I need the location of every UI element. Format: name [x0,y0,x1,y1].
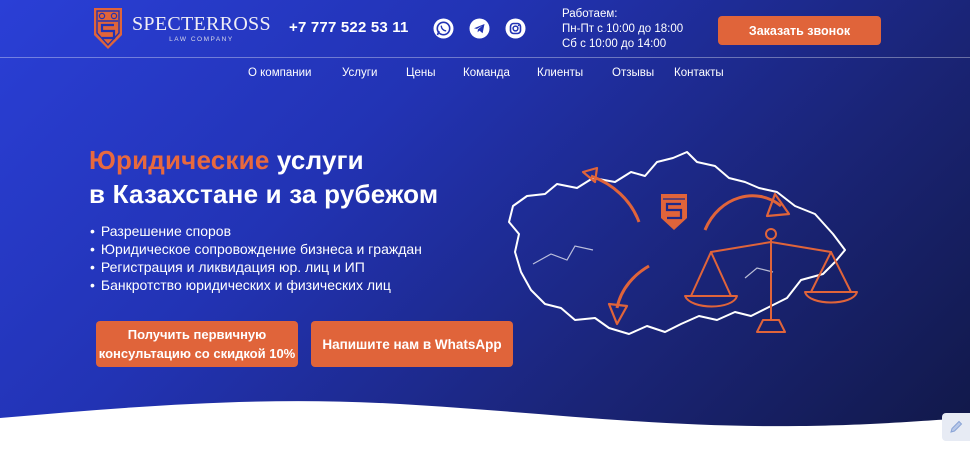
hero-title-rest: услуги [269,145,364,175]
header-divider [0,57,970,58]
brand-name: SPECTERROSS [132,12,271,35]
working-hours: Работаем: Пн-Пт с 10:00 до 18:00 Сб с 10… [562,7,683,52]
main-nav: О компании Услуги Цены Команда Клиенты О… [0,67,970,81]
nav-item-reviews[interactable]: Отзывы [612,67,654,79]
arrow-top-right [703,194,782,231]
hero-title: Юридические услуги в Казахстане и за руб… [89,143,438,211]
consultation-button[interactable]: Получить первичную консультацию со скидк… [96,321,298,367]
list-item: Разрешение споров [90,222,422,240]
social-links [432,17,526,39]
instagram-icon[interactable] [504,17,526,39]
map-outline [508,151,846,335]
hero-title-line2: в Казахстане и за рубежом [89,179,439,209]
nav-item-about[interactable]: О компании [248,67,311,79]
telegram-icon[interactable] [468,17,490,39]
services-list: Разрешение споров Юридическое сопровожде… [90,222,422,294]
arrow-bottom-left [615,264,650,309]
list-item: Банкротство юридических и физических лиц [90,276,422,294]
whatsapp-icon[interactable] [432,17,454,39]
list-item: Юридическое сопровождение бизнеса и граж… [90,240,422,258]
hours-saturday: Сб с 10:00 до 14:00 [562,38,667,50]
nav-item-contacts[interactable]: Контакты [674,67,724,79]
phone-link[interactable]: +7 777 522 53 11 [289,19,409,36]
consultation-button-line2: консультацию со скидкой 10% [98,346,296,361]
logo-shield-icon [94,8,122,49]
nav-item-prices[interactable]: Цены [406,67,436,79]
whatsapp-button[interactable]: Напишите нам в WhatsApp [311,321,513,367]
hero-title-accent: Юридические [89,145,270,175]
hours-title: Работаем: [562,8,618,20]
hero-section: SPECTERROSS LAW COMPANY +7 777 522 53 11 [0,0,970,450]
hours-weekdays: Пн-Пт с 10:00 до 18:00 [562,23,684,35]
scales-icon [684,228,858,333]
list-item: Регистрация и ликвидация юр. лиц и ИП [90,258,422,276]
nav-item-clients[interactable]: Клиенты [537,67,583,79]
nav-item-team[interactable]: Команда [463,67,510,79]
consultation-button-line1: Получить первичную [127,327,267,342]
brand-subtitle: LAW COMPANY [169,35,234,43]
brand-logo[interactable]: SPECTERROSS LAW COMPANY [92,5,271,51]
nav-item-services[interactable]: Услуги [342,67,377,79]
scroll-to-top-button[interactable] [942,413,970,441]
pencil-icon [950,420,963,433]
request-call-button[interactable]: Заказать звонок [718,16,881,45]
kazakhstan-map-illustration [508,151,858,335]
map-logo-icon [661,194,687,230]
